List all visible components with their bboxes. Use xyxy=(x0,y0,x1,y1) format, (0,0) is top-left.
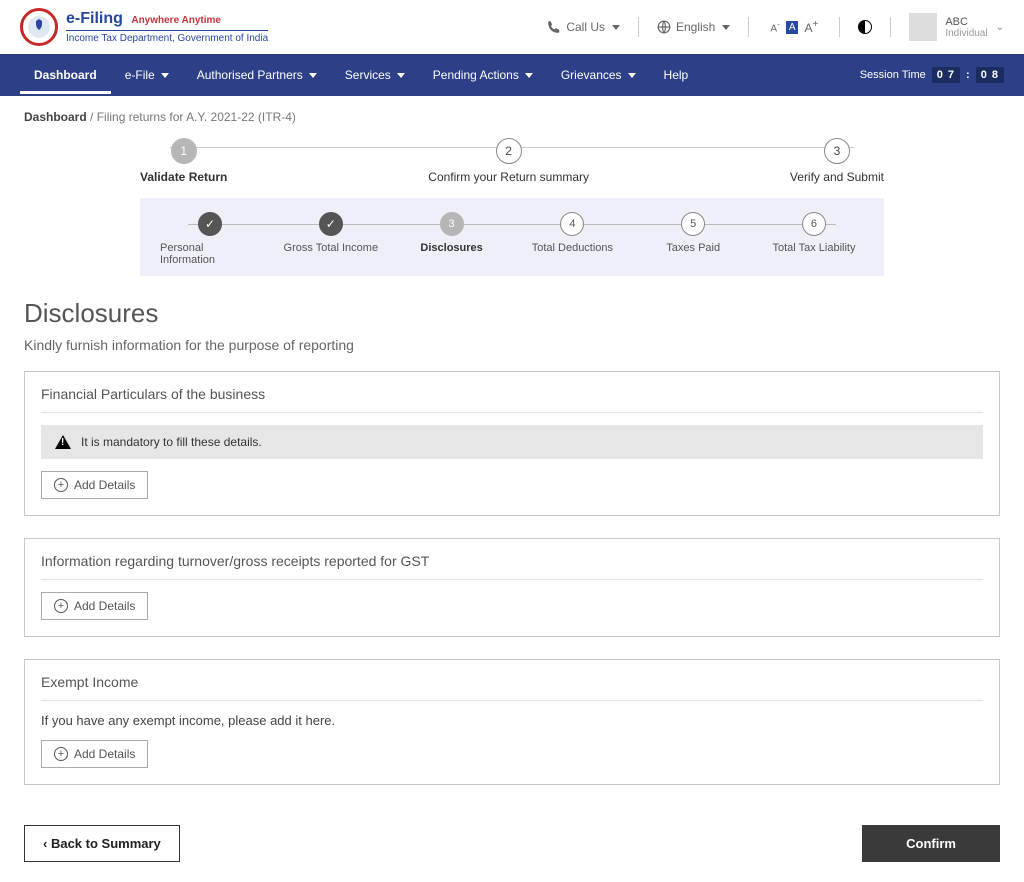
user-menu[interactable]: ABC Individual ⌄ xyxy=(909,13,1004,41)
font-size-control[interactable]: A- A A+ xyxy=(767,18,821,36)
add-details-button[interactable]: + Add Details xyxy=(41,740,148,768)
plus-circle-icon: + xyxy=(54,747,68,761)
nav-services[interactable]: Services xyxy=(331,56,419,94)
phone-icon xyxy=(547,20,561,34)
check-icon xyxy=(205,217,215,231)
warning-icon xyxy=(55,435,71,449)
language-dropdown[interactable]: English xyxy=(657,20,730,34)
substep-total-tax-liability[interactable]: 6 Total Tax Liability xyxy=(764,212,864,254)
confirm-button[interactable]: Confirm xyxy=(862,825,1000,862)
back-to-summary-button[interactable]: ‹ Back to Summary xyxy=(24,825,180,862)
user-name: ABC xyxy=(945,16,987,28)
nav-dashboard[interactable]: Dashboard xyxy=(20,56,111,94)
brand-title: e-Filing xyxy=(66,10,123,27)
substep-total-deductions[interactable]: 4 Total Deductions xyxy=(522,212,622,254)
chevron-down-icon xyxy=(720,20,730,34)
page-title: Disclosures xyxy=(24,298,1000,329)
panel-exempt-income: Exempt Income If you have any exempt inc… xyxy=(24,659,1000,785)
nav-grievances[interactable]: Grievances xyxy=(547,56,650,94)
panel-note: If you have any exempt income, please ad… xyxy=(41,713,983,728)
contrast-toggle-icon[interactable] xyxy=(858,20,872,34)
add-details-button[interactable]: + Add Details xyxy=(41,471,148,499)
chevron-down-icon xyxy=(610,20,620,34)
page-subtitle: Kindly furnish information for the purpo… xyxy=(24,337,1000,353)
chevron-down-icon: ⌄ xyxy=(996,22,1004,33)
chevron-down-icon xyxy=(523,68,533,82)
plus-circle-icon: + xyxy=(54,478,68,492)
nav-authorised-partners[interactable]: Authorised Partners xyxy=(183,56,331,94)
call-us-dropdown[interactable]: Call Us xyxy=(547,20,620,34)
step-verify-submit: 3 Verify and Submit xyxy=(790,138,884,184)
panel-gst-turnover: Information regarding turnover/gross rec… xyxy=(24,538,1000,637)
outer-stepper: 1 Validate Return 2 Confirm your Return … xyxy=(0,134,1024,184)
plus-circle-icon: + xyxy=(54,599,68,613)
breadcrumb: Dashboard / Filing returns for A.Y. 2021… xyxy=(0,96,1024,134)
panel-financial-particulars: Financial Particulars of the business It… xyxy=(24,371,1000,516)
brand-subtitle: Income Tax Department, Government of Ind… xyxy=(66,30,268,44)
panel-title: Exempt Income xyxy=(41,674,983,701)
mandatory-alert: It is mandatory to fill these details. xyxy=(41,425,983,459)
breadcrumb-rest: / Filing returns for A.Y. 2021-22 (ITR-4… xyxy=(90,110,296,124)
sub-stepper: Personal Information Gross Total Income … xyxy=(140,198,884,276)
nav-efile[interactable]: e-File xyxy=(111,56,183,94)
substep-disclosures[interactable]: 3 Disclosures xyxy=(402,212,502,254)
breadcrumb-root[interactable]: Dashboard xyxy=(24,110,87,124)
chevron-down-icon xyxy=(159,68,169,82)
chevron-down-icon xyxy=(307,68,317,82)
main-nav: Dashboard e-File Authorised Partners Ser… xyxy=(0,54,1024,96)
check-icon xyxy=(326,217,336,231)
panel-title: Information regarding turnover/gross rec… xyxy=(41,553,983,580)
session-timer: Session Time 0 7 : 0 8 xyxy=(860,67,1004,83)
avatar xyxy=(909,13,937,41)
add-details-button[interactable]: + Add Details xyxy=(41,592,148,620)
emblem-icon xyxy=(20,8,58,46)
panel-title: Financial Particulars of the business xyxy=(41,386,983,413)
step-validate-return: 1 Validate Return xyxy=(140,138,227,184)
chevron-down-icon xyxy=(395,68,405,82)
chevron-down-icon xyxy=(626,68,636,82)
nav-pending-actions[interactable]: Pending Actions xyxy=(419,56,547,94)
substep-personal-info[interactable]: Personal Information xyxy=(160,212,260,266)
globe-icon xyxy=(657,20,671,34)
user-type: Individual xyxy=(945,28,987,39)
nav-help[interactable]: Help xyxy=(650,56,703,94)
top-header: e-Filing Anywhere Anytime Income Tax Dep… xyxy=(0,0,1024,54)
step-confirm-summary: 2 Confirm your Return summary xyxy=(428,138,589,184)
substep-gross-income[interactable]: Gross Total Income xyxy=(281,212,381,254)
brand-logo-area: e-Filing Anywhere Anytime Income Tax Dep… xyxy=(20,8,268,46)
brand-tagline: Anywhere Anytime xyxy=(131,15,221,26)
substep-taxes-paid[interactable]: 5 Taxes Paid xyxy=(643,212,743,254)
